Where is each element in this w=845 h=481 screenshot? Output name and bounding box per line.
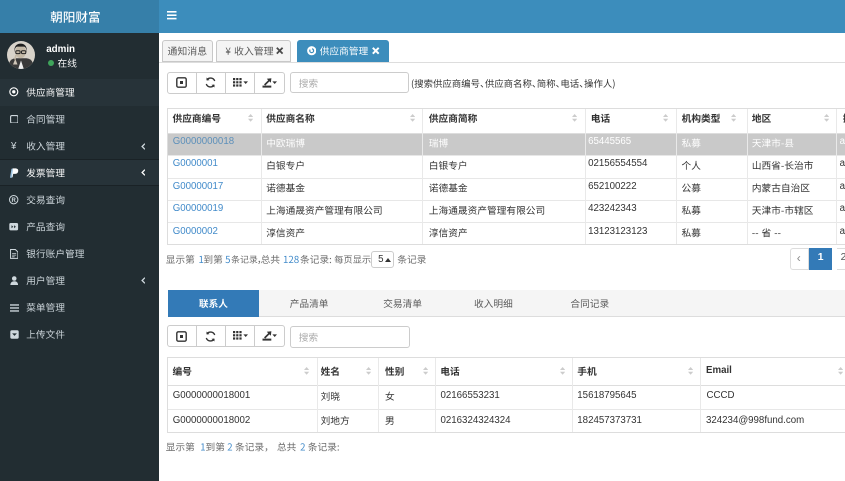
svg-text:R: R [12, 198, 17, 204]
